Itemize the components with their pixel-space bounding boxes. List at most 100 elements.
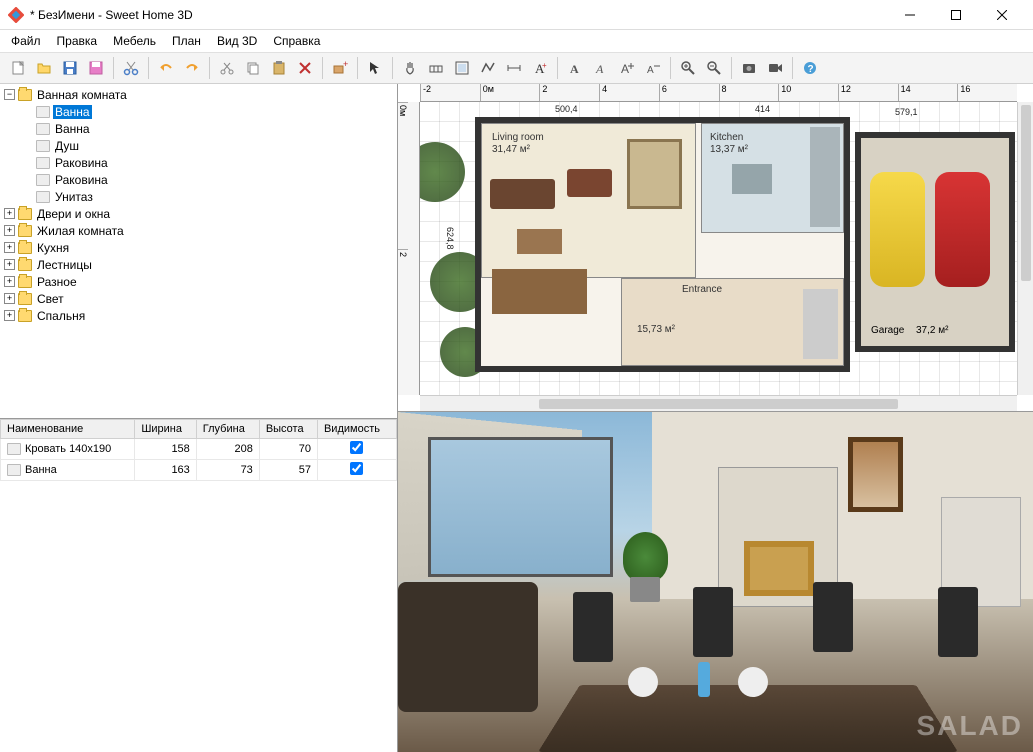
tree-expander-icon[interactable]: + [4,259,15,270]
tree-item-label[interactable]: Раковина [53,156,110,170]
copy-icon[interactable] [241,56,265,80]
island-sprite[interactable] [732,164,772,194]
tree-item-label[interactable]: Унитаз [53,190,95,204]
tree-item-label[interactable]: Раковина [53,173,110,187]
tree-category-label[interactable]: Лестницы [35,258,94,272]
select-icon[interactable] [363,56,387,80]
tree-category-label[interactable]: Жилая комната [35,224,126,238]
open-file-icon[interactable] [32,56,56,80]
video-icon[interactable] [763,56,787,80]
delete-icon[interactable] [293,56,317,80]
minimize-button[interactable] [887,0,933,30]
add-furniture-icon[interactable]: + [328,56,352,80]
counter-sprite[interactable] [810,127,840,227]
save-prefs-icon[interactable] [84,56,108,80]
plan-view[interactable]: -20м246810121416 0м 2 500,4 414 579,1 62… [398,84,1033,412]
col-visible[interactable]: Видимость [317,420,396,439]
tree-item-label[interactable]: Ванна [53,105,92,119]
increase-text-icon[interactable]: A [615,56,639,80]
tree-expander-icon[interactable]: − [4,89,15,100]
col-height[interactable]: Высота [259,420,317,439]
scrollbar-thumb[interactable] [539,399,897,409]
maximize-button[interactable] [933,0,979,30]
tree-expander-icon[interactable]: + [4,225,15,236]
tree-category-label[interactable]: Двери и окна [35,207,112,221]
horizontal-scrollbar[interactable] [420,395,1017,411]
table-row[interactable]: Кровать 140x19015820870 [1,439,397,460]
folder-icon [18,259,32,271]
create-dimensions-icon[interactable] [502,56,526,80]
3d-view[interactable]: SALAD [398,412,1033,752]
tree-category-label[interactable]: Спальня [35,309,87,323]
stairs-sprite[interactable] [803,289,838,359]
menu-view3d[interactable]: Вид 3D [210,32,264,50]
table-row[interactable]: Ванна1637357 [1,460,397,481]
car-yellow-sprite[interactable] [870,172,925,287]
text-bold-icon[interactable]: A [563,56,587,80]
plan-canvas[interactable]: 500,4 414 579,1 624,8 629,1 Living room … [420,102,1017,395]
vertical-scrollbar[interactable] [1017,102,1033,395]
cut-icon[interactable] [119,56,143,80]
paste-icon[interactable] [267,56,291,80]
table-sprite[interactable] [517,229,562,254]
save-file-icon[interactable] [58,56,82,80]
house-outline[interactable]: Living room 31,47 м² Kitchen 13,37 м² [475,117,850,372]
furniture-catalog-tree[interactable]: − Ванная комната Ванна Ванна Душ Раковина Ра… [0,84,397,419]
create-text-icon[interactable]: A+ [528,56,552,80]
create-walls-icon[interactable] [424,56,448,80]
tree-category-label[interactable]: Кухня [35,241,71,255]
close-button[interactable] [979,0,1025,30]
cell-visible[interactable] [317,439,396,460]
tree-expander-icon[interactable]: + [4,293,15,304]
visibility-checkbox[interactable] [350,441,363,454]
cell-visible[interactable] [317,460,396,481]
sofa-sprite[interactable] [567,169,612,197]
tree-item-label[interactable]: Ванна [53,122,92,136]
furniture-item-icon [36,191,50,203]
col-width[interactable]: Ширина [135,420,196,439]
furniture-item-icon [36,157,50,169]
svg-text:A: A [647,65,654,76]
room-label: Garage [871,325,904,336]
tree-expander-icon[interactable]: + [4,242,15,253]
create-rooms-icon[interactable] [450,56,474,80]
rug-sprite[interactable] [627,139,682,209]
pan-icon[interactable] [398,56,422,80]
text-italic-icon[interactable]: A [589,56,613,80]
menu-furniture[interactable]: Мебель [106,32,163,50]
tree-expander-icon[interactable]: + [4,310,15,321]
photo-icon[interactable] [737,56,761,80]
svg-text:A: A [570,62,579,76]
svg-text:A: A [595,62,604,76]
tree-expander-icon[interactable]: + [4,276,15,287]
car-red-sprite[interactable] [935,172,990,287]
col-depth[interactable]: Глубина [196,420,259,439]
menu-plan[interactable]: План [165,32,208,50]
zoom-in-icon[interactable] [676,56,700,80]
tree-sprite[interactable] [420,142,465,202]
menu-file[interactable]: Файл [4,32,48,50]
tree-category-label[interactable]: Свет [35,292,66,306]
undo-icon[interactable] [154,56,178,80]
dining-table-sprite[interactable] [492,269,587,314]
visibility-checkbox[interactable] [350,462,363,475]
furniture-list-table[interactable]: Наименование Ширина Глубина Высота Видим… [0,419,397,752]
tree-category-label[interactable]: Разное [35,275,79,289]
decrease-text-icon[interactable]: A [641,56,665,80]
tree-category-label[interactable]: Ванная комната [35,88,129,102]
tree-expander-icon[interactable]: + [4,208,15,219]
new-file-icon[interactable] [6,56,30,80]
tree-item-label[interactable]: Душ [53,139,81,153]
menu-edit[interactable]: Правка [50,32,105,50]
dimension-label: 579,1 [895,107,918,117]
redo-icon[interactable] [180,56,204,80]
menu-help[interactable]: Справка [266,32,327,50]
zoom-out-icon[interactable] [702,56,726,80]
watermark: SALAD [917,710,1023,742]
help-icon[interactable]: ? [798,56,822,80]
sofa-sprite[interactable] [490,179,555,209]
cut2-icon[interactable] [215,56,239,80]
create-polyline-icon[interactable] [476,56,500,80]
col-name[interactable]: Наименование [1,420,135,439]
scrollbar-thumb[interactable] [1021,105,1031,281]
